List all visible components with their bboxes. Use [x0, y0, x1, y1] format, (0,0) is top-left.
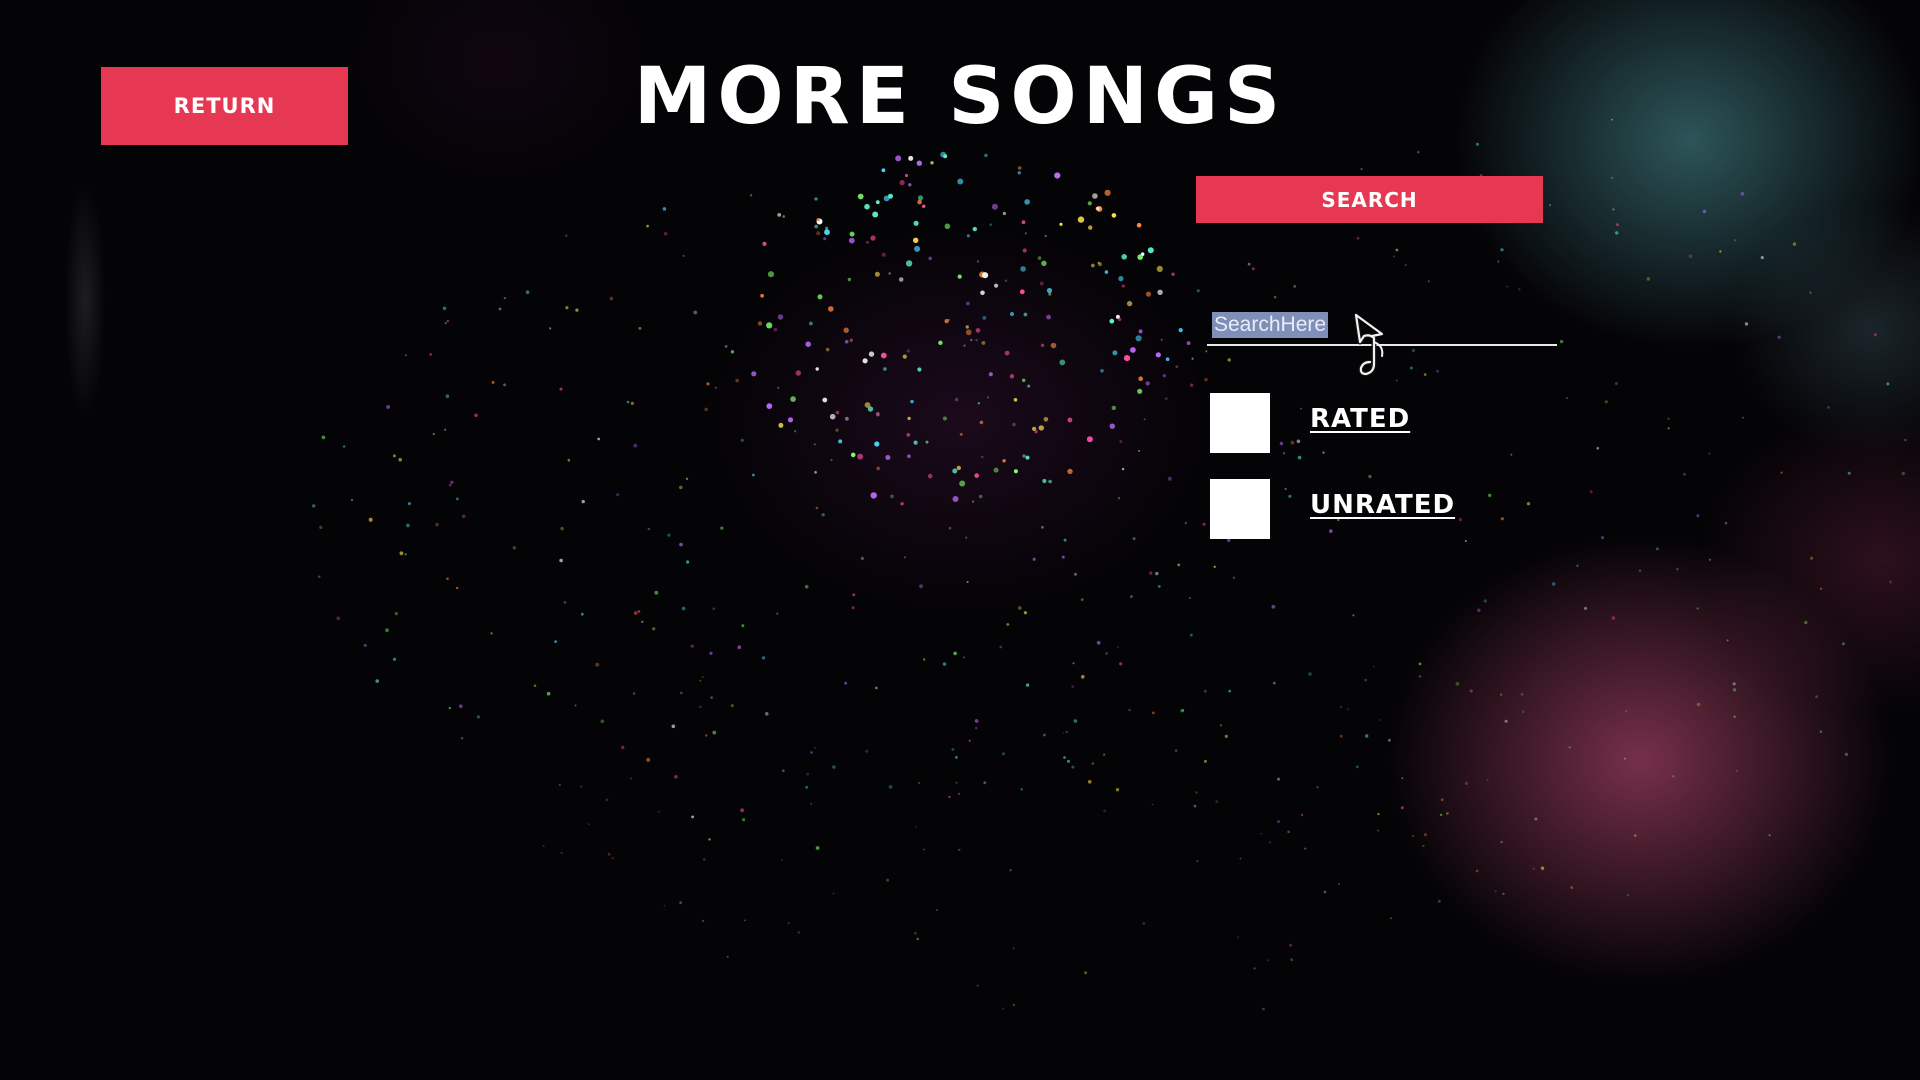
unrated-checkbox[interactable] [1210, 479, 1270, 539]
rated-checkbox[interactable] [1210, 393, 1270, 453]
return-button[interactable]: RETURN [101, 67, 348, 145]
music-note-cursor-icon [1353, 312, 1384, 377]
menu-screen: RETURN MORE SONGS SEARCH SearchHere RATE… [0, 0, 1920, 1080]
particle-background [312, 118, 1907, 1011]
rated-label[interactable]: RATED [1310, 404, 1410, 434]
page-title: MORE SONGS [633, 52, 1287, 142]
search-button[interactable]: SEARCH [1196, 176, 1543, 223]
unrated-label[interactable]: UNRATED [1310, 490, 1455, 520]
search-input-value: SearchHere [1212, 312, 1329, 338]
